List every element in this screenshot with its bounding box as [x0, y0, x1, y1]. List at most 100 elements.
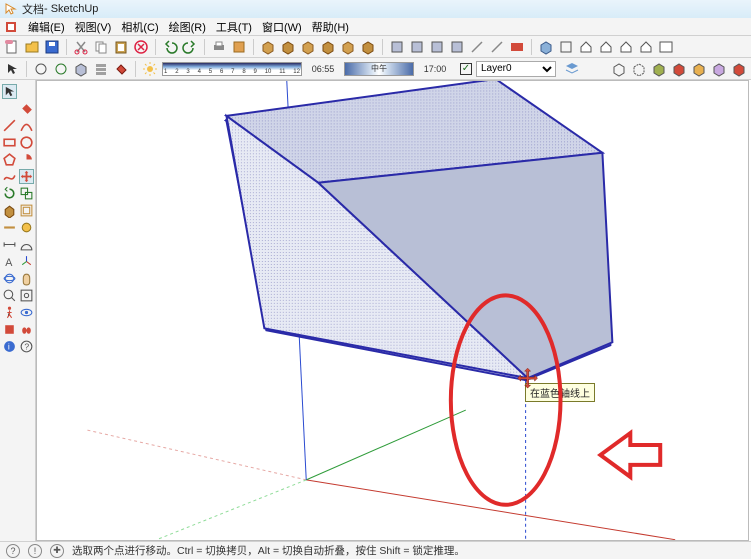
walk-tool[interactable]	[2, 305, 17, 320]
style-hidden-icon[interactable]	[631, 61, 647, 77]
svg-text:?: ?	[24, 342, 29, 352]
look-tool[interactable]	[19, 305, 34, 320]
arc-tool[interactable]	[19, 118, 34, 133]
pan-tool[interactable]	[19, 271, 34, 286]
viewport[interactable]: 在蓝色轴线上	[36, 80, 749, 541]
feet-tool[interactable]	[19, 322, 34, 337]
menu-tools[interactable]: 工具(T)	[216, 19, 252, 35]
time-slider[interactable]: 中午	[344, 62, 414, 76]
menu-draw[interactable]: 绘图(R)	[169, 19, 206, 35]
move-tool[interactable]	[19, 169, 34, 184]
status-icon-1[interactable]: ?	[6, 544, 20, 558]
axes-tool[interactable]	[19, 254, 34, 269]
menu-edit[interactable]: 编辑(E)	[28, 19, 65, 35]
protractor-tool[interactable]	[19, 237, 34, 252]
layer-dropdown[interactable]: Layer0	[476, 61, 556, 77]
circle-tool[interactable]	[19, 135, 34, 150]
scene-cube	[37, 81, 748, 540]
scene-icon[interactable]	[509, 39, 525, 55]
paint-bucket-icon[interactable]	[113, 61, 129, 77]
section4-icon[interactable]	[449, 39, 465, 55]
style-shaded-icon[interactable]	[651, 61, 667, 77]
followme-tool[interactable]	[2, 220, 17, 235]
title-doc: 文档	[22, 1, 44, 17]
component-icon[interactable]	[538, 39, 554, 55]
layer-selector: ✓ Layer0	[456, 61, 560, 77]
section-icon[interactable]	[389, 39, 405, 55]
orbit-tool[interactable]	[2, 271, 17, 286]
divider2-icon[interactable]	[489, 39, 505, 55]
status-icon-3[interactable]: ✚	[50, 544, 64, 558]
zoom-extents-tool[interactable]	[19, 288, 34, 303]
pushpull-tool[interactable]	[2, 203, 17, 218]
paint-tool[interactable]	[19, 101, 34, 116]
title-suffix: - SketchUp	[44, 3, 98, 15]
style-wire-icon[interactable]	[611, 61, 627, 77]
circle-view-icon[interactable]	[33, 61, 49, 77]
menu-bar: 编辑(E) 视图(V) 相机(C) 绘图(R) 工具(T) 窗口(W) 帮助(H…	[0, 18, 751, 36]
eraser-tool[interactable]	[2, 101, 17, 116]
copy-icon[interactable]	[93, 39, 109, 55]
style-back-icon[interactable]	[731, 61, 747, 77]
delete-icon[interactable]	[133, 39, 149, 55]
time-left-label: 06:55	[306, 64, 340, 74]
date-slider[interactable]: 123456789101112	[162, 62, 302, 76]
layer-visible-checkbox[interactable]: ✓	[460, 63, 472, 75]
stack-icon[interactable]	[93, 61, 109, 77]
polygon-tool[interactable]	[2, 152, 17, 167]
section3-icon[interactable]	[429, 39, 445, 55]
model-info-icon[interactable]	[231, 39, 247, 55]
menu-window[interactable]: 窗口(W)	[262, 19, 302, 35]
divider-icon[interactable]	[469, 39, 485, 55]
menu-view[interactable]: 视图(V)	[75, 19, 112, 35]
redo-icon[interactable]	[182, 39, 198, 55]
help-tool[interactable]: ?	[19, 339, 34, 354]
status-icon-2[interactable]: !	[28, 544, 42, 558]
house-icon[interactable]	[578, 39, 594, 55]
house4-icon[interactable]	[638, 39, 654, 55]
cut-icon[interactable]	[73, 39, 89, 55]
tape-tool[interactable]	[19, 220, 34, 235]
text-tool[interactable]: A	[2, 254, 17, 269]
section-tool[interactable]	[2, 322, 17, 337]
solid-box2-icon[interactable]	[280, 39, 296, 55]
solid-prism-icon[interactable]	[360, 39, 376, 55]
outline-icon[interactable]	[558, 39, 574, 55]
print-icon[interactable]	[211, 39, 227, 55]
rect-tool[interactable]	[2, 135, 17, 150]
offset-tool[interactable]	[19, 203, 34, 218]
style-xray-icon[interactable]	[711, 61, 727, 77]
rotate-tool[interactable]	[2, 186, 17, 201]
status-hint: 选取两个点进行移动。Ctrl = 切换拷贝，Alt = 切换自动折叠，按住 Sh…	[72, 543, 465, 558]
line-tool[interactable]	[2, 118, 17, 133]
paste-icon[interactable]	[113, 39, 129, 55]
dimension-tool[interactable]	[2, 237, 17, 252]
solid-sphere-icon[interactable]	[320, 39, 336, 55]
sun-icon[interactable]	[142, 61, 158, 77]
scale-tool[interactable]	[19, 186, 34, 201]
info-tool[interactable]: i	[2, 339, 17, 354]
style-mono-icon[interactable]	[691, 61, 707, 77]
layer-manage-icon[interactable]	[564, 61, 580, 77]
style-tex-icon[interactable]	[671, 61, 687, 77]
time-right-label: 17:00	[418, 64, 452, 74]
toolbar-standard	[0, 36, 751, 58]
undo-icon[interactable]	[162, 39, 178, 55]
solid-cyl-icon[interactable]	[300, 39, 316, 55]
iso-cube-icon[interactable]	[73, 61, 89, 77]
orbit-icon[interactable]	[53, 61, 69, 77]
section2-icon[interactable]	[409, 39, 425, 55]
house2-icon[interactable]	[598, 39, 614, 55]
pie-tool[interactable]	[19, 152, 34, 167]
freehand-tool[interactable]	[2, 169, 17, 184]
open-icon[interactable]	[24, 39, 40, 55]
house3-icon[interactable]	[618, 39, 634, 55]
status-bar: ? ! ✚ 选取两个点进行移动。Ctrl = 切换拷贝，Alt = 切换自动折叠…	[0, 541, 751, 559]
solid-cone-icon[interactable]	[340, 39, 356, 55]
zoom-tool[interactable]	[2, 288, 17, 303]
menu-camera[interactable]: 相机(C)	[121, 19, 158, 35]
solid-box-icon[interactable]	[260, 39, 276, 55]
save-icon[interactable]	[44, 39, 60, 55]
menu-help[interactable]: 帮助(H)	[312, 19, 349, 35]
browser-icon[interactable]	[658, 39, 674, 55]
